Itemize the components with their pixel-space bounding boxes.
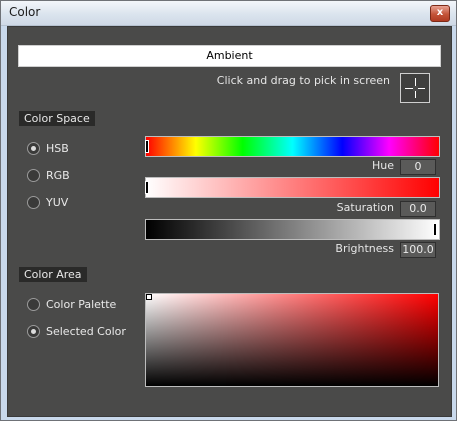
hue-slider-handle[interactable] [145,140,149,153]
ambient-color-swatch[interactable]: Ambient [18,45,441,67]
saturation-slider[interactable] [145,177,440,198]
radio-button[interactable] [27,169,40,182]
saturation-label: Saturation [336,201,394,214]
close-icon[interactable]: x [430,5,450,22]
radio-yuv[interactable]: YUV [27,196,68,209]
radio-label: RGB [46,169,70,182]
radio-label: Selected Color [46,325,126,338]
radio-label: HSB [46,142,69,155]
screen-picker-button[interactable] [400,73,430,103]
color-dialog-window: Color x Ambient Click and drag to pick i… [0,0,457,421]
radio-button[interactable] [27,196,40,209]
window-title: Color [9,5,41,19]
radio-hsb[interactable]: HSB [27,142,69,155]
color-area-heading: Color Area [19,267,87,282]
radio-button[interactable] [27,298,40,311]
crosshair-center [413,86,418,91]
title-bar[interactable]: Color x [1,1,456,26]
brightness-value-field[interactable]: 100.0 [400,242,436,258]
radio-rgb[interactable]: RGB [27,169,70,182]
hue-value-field[interactable]: 0 [400,159,436,175]
saturation-brightness-area[interactable] [145,293,439,387]
radio-button[interactable] [27,325,40,338]
radio-selected-color[interactable]: Selected Color [27,325,126,338]
brightness-label: Brightness [335,242,394,255]
radio-button[interactable] [27,142,40,155]
color-area-cursor[interactable] [146,294,152,300]
radio-label: YUV [46,196,69,209]
brightness-slider[interactable] [145,219,440,240]
saturation-value-field[interactable]: 0.0 [400,201,436,217]
radio-color-palette[interactable]: Color Palette [27,298,116,311]
saturation-slider-handle[interactable] [145,181,149,194]
pick-hint: Click and drag to pick in screen [216,74,390,87]
color-space-heading: Color Space [19,111,95,126]
radio-label: Color Palette [46,298,117,311]
brightness-slider-handle[interactable] [433,223,437,236]
hue-label: Hue [371,159,394,172]
dialog-body: Ambient Click and drag to pick in screen… [7,26,452,417]
hue-slider[interactable] [145,136,440,157]
